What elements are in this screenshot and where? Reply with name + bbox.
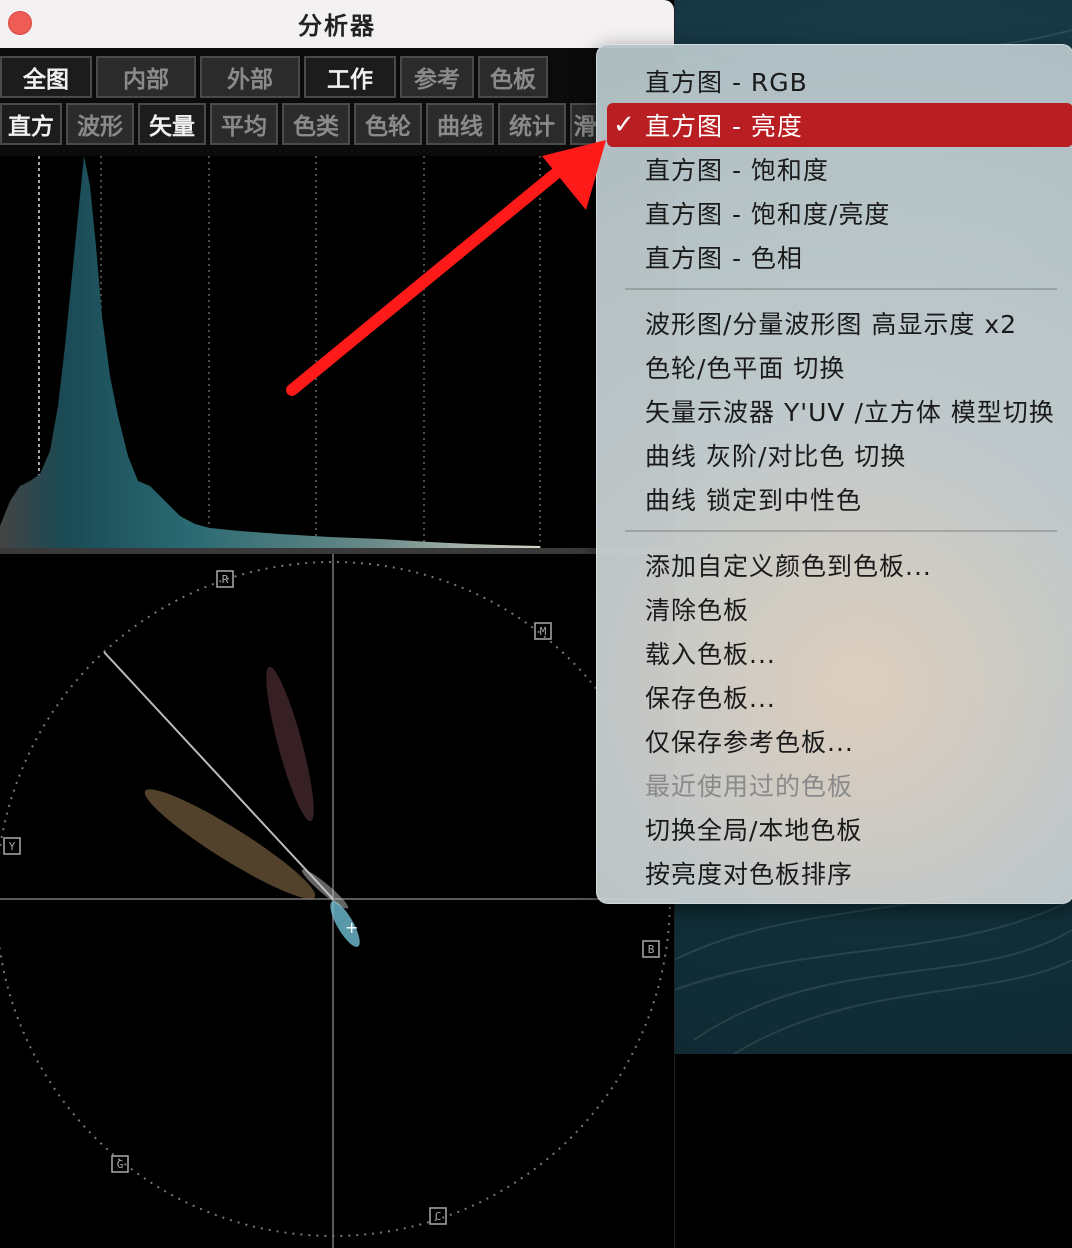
menu-item-items_group2-3[interactable]: 曲线 灰阶/对比色 切换 [607, 433, 1072, 477]
menu-item-items_group3-1[interactable]: 清除色板 [607, 587, 1072, 631]
tab-row1-1[interactable]: 内部 [96, 56, 196, 98]
menu-item-label: 保存色板... [645, 684, 776, 713]
menu-item-label: 波形图/分量波形图 高显示度 x2 [645, 310, 1018, 339]
menu-item-label: 色轮/色平面 切换 [645, 354, 846, 383]
menu-item-label: 曲线 灰阶/对比色 切换 [645, 442, 907, 471]
menu-item-items_group2-4[interactable]: 曲线 锁定到中性色 [607, 477, 1072, 521]
histogram-gridlines [100, 156, 541, 548]
menu-item-label: 按亮度对色板排序 [645, 860, 854, 889]
title-bar[interactable]: 分析器 [0, 0, 674, 48]
menu-item-items_group2-1[interactable]: 色轮/色平面 切换 [607, 345, 1072, 389]
menu-item-label: 矢量示波器 Y'UV /立方体 模型切换 [645, 398, 1055, 427]
menu-item-items_group1-1[interactable]: ✓ 直方图 - 亮度 [607, 103, 1072, 147]
vectorscope[interactable]: + R M B C G Y [0, 554, 674, 1248]
menu-item-items_group2-0[interactable]: 波形图/分量波形图 高显示度 x2 [607, 301, 1072, 345]
menu-item-items_group3-3[interactable]: 保存色板... [607, 675, 1072, 719]
scope-tabs-row: 直方 波形 矢量 平均 色类 色轮 曲线 统计滑 [0, 103, 604, 145]
tab-row2-1[interactable]: 波形 [66, 103, 134, 145]
tab-row2-2[interactable]: 矢量 [138, 103, 206, 145]
menu-item-items_group3-2[interactable]: 载入色板... [607, 631, 1072, 675]
menu-item-items_group3-0[interactable]: 添加自定义颜色到色板... [607, 543, 1072, 587]
menu-item-label: 直方图 - 饱和度 [645, 156, 829, 185]
target-label-c: C [435, 1210, 442, 1223]
menu-separator-1 [625, 288, 1057, 290]
menu-item-label: 最近使用过的色板 [645, 772, 854, 801]
menu-item-label: 载入色板... [645, 640, 776, 669]
view-tabs-row: 全图 内部 外部 工作 参考 色板 [0, 56, 552, 98]
tab-row2-7[interactable]: 统计 [498, 103, 566, 145]
menu-item-label: 仅保存参考色板... [645, 728, 854, 757]
menu-item-label: 添加自定义颜色到色板... [645, 552, 932, 581]
target-label-g: G [117, 1158, 124, 1171]
tab-row1-3[interactable]: 工作 [304, 56, 396, 98]
menu-item-label: 直方图 - 饱和度/亮度 [645, 200, 891, 229]
tab-row1-0[interactable]: 全图 [0, 56, 92, 98]
menu-item-items_group1-2[interactable]: 直方图 - 饱和度 [607, 147, 1072, 191]
tab-row1-5[interactable]: 色板 [478, 56, 548, 98]
menu-item-label: 直方图 - 亮度 [645, 112, 803, 141]
menu-item-label: 切换全局/本地色板 [645, 816, 863, 845]
menu-item-label: 清除色板 [645, 596, 750, 625]
histogram-options-menu: 直方图 - RGB ✓ 直方图 - 亮度 直方图 - 饱和度直方图 - 饱和度/亮度直… [596, 44, 1072, 904]
vectorscope-trace [144, 666, 360, 947]
analyzer-window: 分析器 全图 内部 外部 工作 参考 色板 直方 波形 矢量 平均 色类 色轮 曲线 统计滑 [0, 0, 675, 1248]
menu-item-items_group1-3[interactable]: 直方图 - 饱和度/亮度 [607, 191, 1072, 235]
target-label-b: B [648, 943, 655, 956]
menu-item-items_group3-4[interactable]: 仅保存参考色板... [607, 719, 1072, 763]
target-label-m: M [540, 625, 547, 638]
tab-row1-4[interactable]: 参考 [400, 56, 474, 98]
histogram[interactable] [0, 156, 596, 548]
center-crosshair: + [345, 918, 358, 937]
histogram-fill [0, 156, 540, 548]
menu-item-items_group3-7[interactable]: 按亮度对色板排序 [607, 851, 1072, 895]
menu-item-items_group3-6[interactable]: 切换全局/本地色板 [607, 807, 1072, 851]
tab-row1-2[interactable]: 外部 [200, 56, 300, 98]
target-label-r: R [222, 573, 229, 586]
menu-item-label: 曲线 锁定到中性色 [645, 486, 862, 515]
menu-item-items_group1-0[interactable]: 直方图 - RGB [607, 59, 1072, 103]
menu-item-label: 直方图 - 色相 [645, 244, 803, 273]
tab-row2-6[interactable]: 曲线 [426, 103, 494, 145]
tab-row2-4[interactable]: 色类 [282, 103, 350, 145]
checkmark-icon: ✓ [613, 110, 636, 140]
bottom-panel [674, 1054, 1072, 1248]
tab-row2-0[interactable]: 直方 [0, 103, 62, 145]
menu-separator-2 [625, 530, 1057, 532]
menu-item-items_group3-5: 最近使用过的色板 [607, 763, 1072, 807]
window-title: 分析器 [298, 12, 376, 40]
tab-row2-3[interactable]: 平均 [210, 103, 278, 145]
menu-item-items_group2-2[interactable]: 矢量示波器 Y'UV /立方体 模型切换 [607, 389, 1072, 433]
tab-row2-5[interactable]: 色轮 [354, 103, 422, 145]
target-label-y: Y [9, 840, 16, 853]
menu-item-label: 直方图 - RGB [645, 68, 808, 97]
menu-item-items_group1-4[interactable]: 直方图 - 色相 [607, 235, 1072, 279]
